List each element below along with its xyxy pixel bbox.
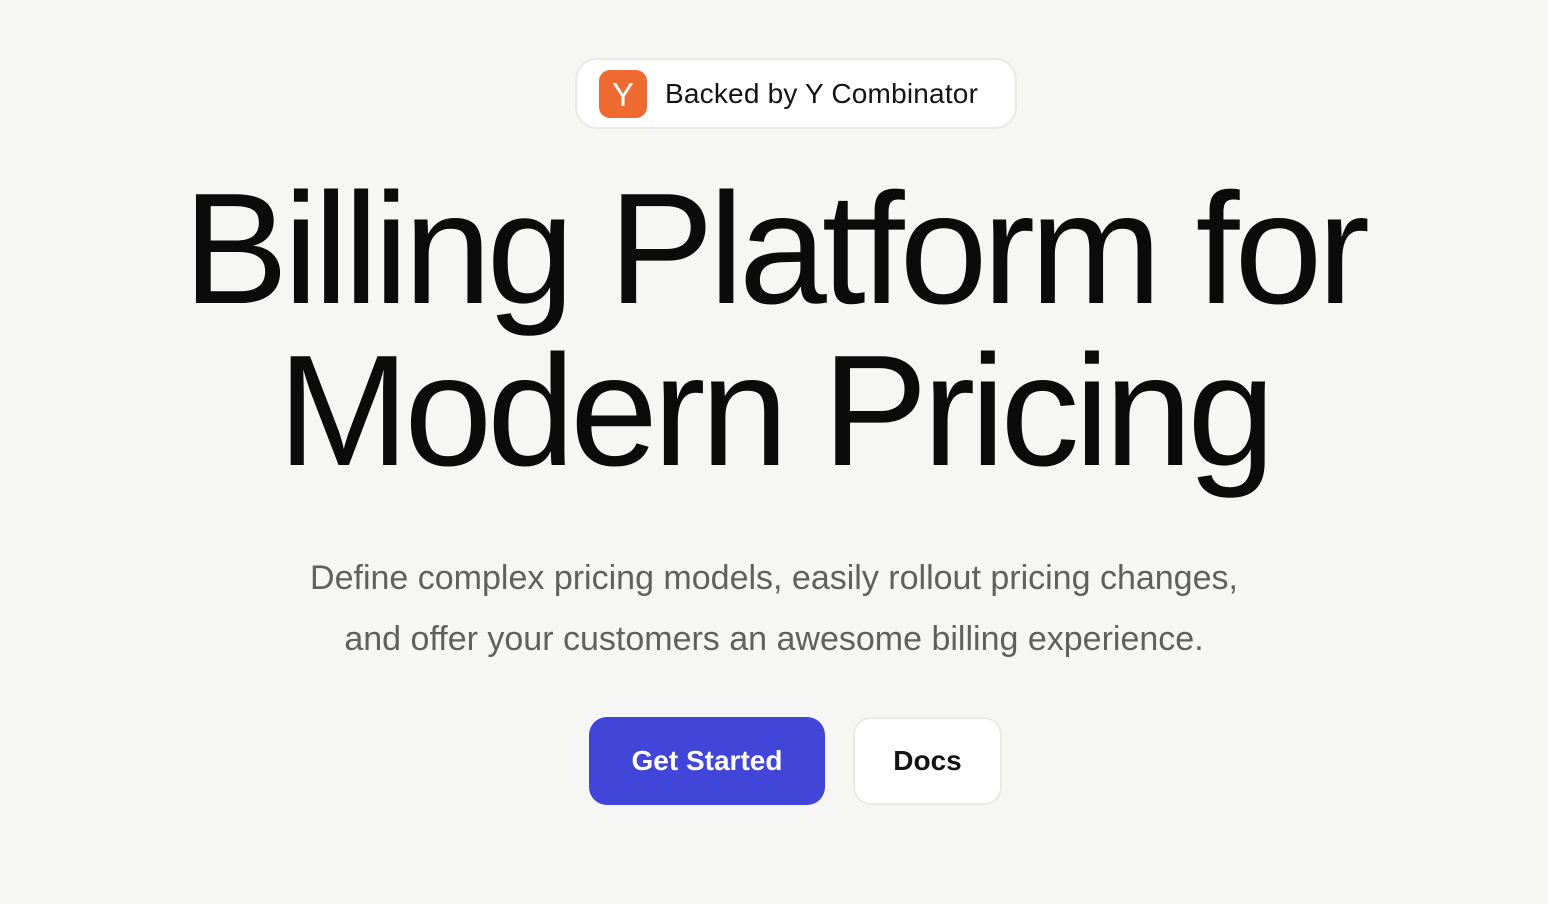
hero-subtitle: Define complex pricing models, easily ro… xyxy=(0,548,1548,670)
yc-badge[interactable]: Y Backed by Y Combinator xyxy=(575,58,1017,129)
get-started-button[interactable]: Get Started xyxy=(589,717,825,805)
y-combinator-logo-icon: Y xyxy=(599,70,647,118)
subtitle-line-2: and offer your customers an awesome bill… xyxy=(344,620,1204,658)
yc-logo-letter: Y xyxy=(611,75,634,113)
docs-button[interactable]: Docs xyxy=(853,717,1002,805)
subtitle-line-1: Define complex pricing models, easily ro… xyxy=(310,559,1238,597)
hero-headline: Billing Platform for Modern Pricing xyxy=(0,168,1548,492)
hero-page: Y Backed by Y Combinator Billing Platfor… xyxy=(0,0,1548,904)
headline-line-2: Modern Pricing xyxy=(277,323,1276,499)
badge-label: Backed by Y Combinator xyxy=(665,77,979,109)
headline-line-1: Billing Platform for xyxy=(183,161,1370,337)
